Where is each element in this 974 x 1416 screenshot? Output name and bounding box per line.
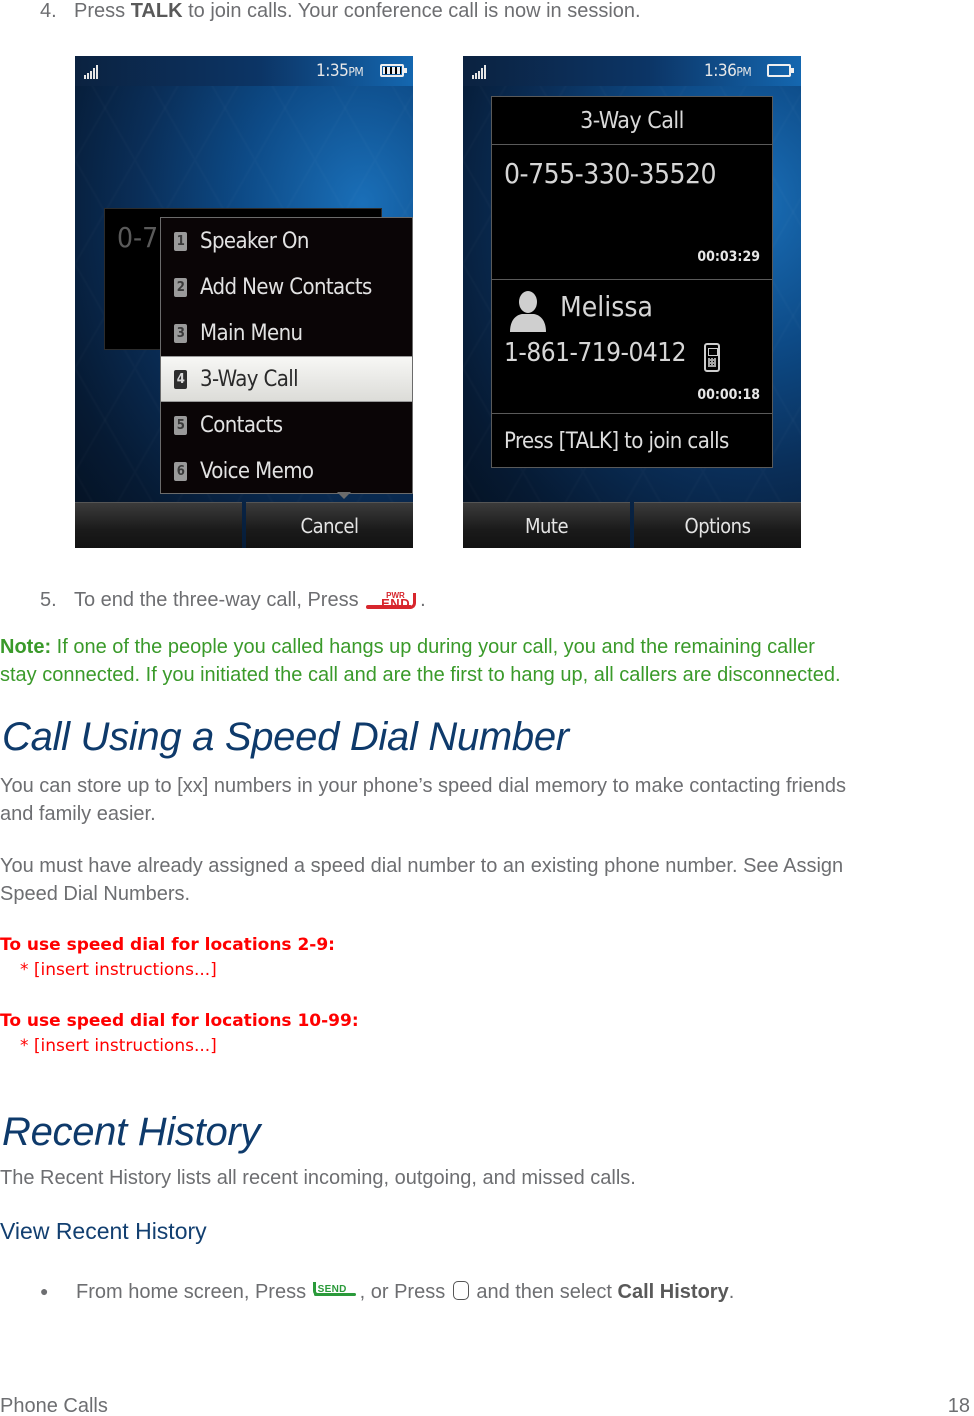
signal-strength-icon	[84, 65, 100, 79]
end-power-key-icon: PWR END	[364, 582, 420, 612]
step-4: 4. Press TALK to join calls. Your confere…	[40, 0, 641, 25]
speed-dial-prereq: You must have already assigned a speed d…	[0, 855, 844, 905]
options-softkey[interactable]: Options	[634, 502, 801, 548]
call-title: 3-Way Call	[492, 97, 772, 145]
call-line-1: 0-755-330-35520 00:03:29	[492, 145, 772, 280]
call-2-timer: 00:00:18	[697, 387, 760, 403]
footer-chapter: Phone Calls	[0, 1395, 108, 1416]
speed-dial-2-9-heading: To use speed dial for locations 2-9:	[0, 935, 335, 955]
bullet-item: ● From home screen, Press SEND, or Press …	[40, 1276, 734, 1306]
step-number: 5.	[40, 589, 57, 611]
softkey-bar: Cancel	[75, 502, 413, 548]
status-bar: 1:35PM	[75, 56, 413, 86]
call-1-timer: 00:03:29	[697, 249, 760, 265]
menu-item-3-way-call[interactable]: 4 3-Way Call	[161, 356, 412, 402]
clock: 1:36PM	[704, 61, 752, 81]
call-2-number: 1-861-719-0412	[504, 338, 687, 368]
menu-item-voice-memo[interactable]: 6 Voice Memo	[161, 448, 412, 494]
note-label: Note:	[0, 636, 52, 658]
send-talk-key-icon: SEND	[312, 1276, 360, 1300]
speed-dial-intro: You can store up to [xx] numbers in your…	[0, 775, 847, 825]
recent-history-intro: The Recent History lists all recent inco…	[0, 1167, 636, 1189]
battery-empty-icon	[767, 64, 794, 77]
join-calls-hint: Press [TALK] to join calls	[504, 428, 729, 454]
cancel-softkey[interactable]: Cancel	[246, 502, 413, 548]
number-key-6-icon: 6	[174, 461, 187, 481]
mute-softkey[interactable]: Mute	[463, 502, 630, 548]
signal-strength-icon	[472, 65, 488, 79]
section-heading-recent-history: Recent History	[2, 1110, 261, 1154]
talk-key-label: TALK	[130, 0, 183, 22]
options-menu: 1 Speaker On 2 Add New Contacts 3 Main Menu…	[160, 217, 413, 494]
menu-ok-key-icon	[452, 1281, 469, 1300]
status-bar: 1:36PM	[463, 56, 801, 86]
clock: 1:35PM	[316, 61, 364, 81]
speed-dial-10-99-heading: To use speed dial for locations 10-99:	[0, 1011, 359, 1031]
menu-item-contacts[interactable]: 5 Contacts	[161, 402, 412, 448]
menu-item-main-menu[interactable]: 3 Main Menu	[161, 310, 412, 356]
section-heading-speed-dial: Call Using a Speed Dial Number	[2, 715, 569, 759]
left-softkey[interactable]	[75, 502, 242, 548]
call-2-contact-name: Melissa	[560, 290, 653, 323]
bullet-icon: ●	[40, 1283, 49, 1299]
number-key-3-icon: 3	[174, 323, 187, 343]
subheading-view-recent-history: View Recent History	[0, 1218, 207, 1244]
number-key-5-icon: 5	[174, 415, 187, 435]
number-key-4-icon: 4	[174, 369, 187, 389]
mobile-phone-icon	[704, 343, 720, 372]
number-key-1-icon: 1	[174, 231, 187, 251]
note: Note: If one of the people you called ha…	[0, 636, 841, 686]
call-line-2: Melissa 1-861-719-0412 00:00:18	[492, 280, 772, 414]
page-number: 18	[947, 1395, 970, 1416]
step-number: 4.	[40, 0, 57, 22]
step-5: 5. To end the three-way call, Press PWR EN…	[40, 582, 426, 614]
speed-dial-10-99-instructions: * [insert instructions...]	[20, 1036, 217, 1056]
menu-pointer-arrow-icon	[337, 492, 351, 499]
softkey-bar: Mute Options	[463, 502, 801, 548]
screenshot-options-menu: 1:35PM 0-75 1 Speaker On 2 Add New Contact…	[75, 56, 413, 548]
call-1-number: 0-755-330-35520	[504, 157, 717, 190]
call-history-label: Call History	[617, 1281, 729, 1303]
conference-call-panel: 3-Way Call 0-755-330-35520 00:03:29 Meli…	[491, 96, 773, 468]
menu-item-speaker-on[interactable]: 1 Speaker On	[161, 218, 412, 264]
battery-full-icon	[380, 64, 407, 77]
contact-person-icon	[510, 291, 546, 332]
speed-dial-2-9-instructions: * [insert instructions...]	[20, 960, 217, 980]
screenshot-3-way-call: 1:36PM 3-Way Call 0-755-330-35520 00:03:…	[463, 56, 801, 548]
menu-item-add-new-contacts[interactable]: 2 Add New Contacts	[161, 264, 412, 310]
number-key-2-icon: 2	[174, 277, 187, 297]
